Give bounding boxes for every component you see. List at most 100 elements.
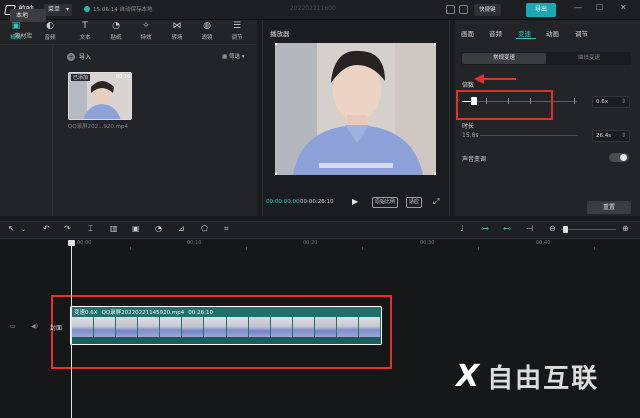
- playhead[interactable]: [71, 240, 72, 418]
- undo-icon[interactable]: ↶: [43, 224, 50, 233]
- ruler-label: 00:20: [303, 240, 318, 246]
- close-icon[interactable]: ✕: [620, 3, 627, 12]
- shortcut-button[interactable]: 快捷键: [474, 4, 501, 16]
- play-icon[interactable]: ▶: [352, 197, 358, 206]
- filter-label: 筛选: [228, 54, 240, 60]
- crop-handle[interactable]: [434, 173, 436, 175]
- sidebar-item-library[interactable]: › 素材库: [10, 31, 32, 40]
- export-button[interactable]: 导出: [526, 3, 556, 17]
- crop-icon[interactable]: ⌗: [224, 224, 229, 234]
- tab-picture[interactable]: 画面: [461, 28, 474, 38]
- sticker-icon: ◔: [112, 21, 120, 31]
- delete-icon[interactable]: ▥: [110, 224, 118, 233]
- mirror-icon[interactable]: ⊿: [178, 224, 185, 233]
- duration-label: 时长: [462, 123, 475, 130]
- clip-frame: [116, 317, 139, 337]
- cursor-icon[interactable]: ↖: [8, 224, 15, 233]
- freeze-icon[interactable]: ▣: [132, 224, 140, 233]
- normal-speed-option[interactable]: 常规变速: [462, 53, 546, 64]
- layout-icon[interactable]: [446, 5, 455, 14]
- rotate-icon[interactable]: ⬠: [201, 224, 208, 233]
- text-icon: T: [82, 21, 88, 31]
- crop-handle[interactable]: [275, 173, 277, 175]
- link-icon[interactable]: ⊶: [481, 224, 489, 233]
- tab-animation[interactable]: 动画: [546, 28, 559, 38]
- tool-label: 滤镜: [201, 35, 213, 41]
- curve-speed-option[interactable]: 曲线变速: [548, 53, 630, 64]
- player-title: 播放器: [270, 30, 290, 38]
- tool-adjust[interactable]: ☰ 调节: [226, 21, 248, 42]
- crop-handle[interactable]: [275, 43, 277, 45]
- original-ratio-button[interactable]: 原始比例: [372, 197, 399, 208]
- tool-label: 特效: [140, 35, 152, 41]
- chevron-down-icon[interactable]: ⌄: [21, 226, 26, 233]
- tool-audio[interactable]: ◐ 音频: [39, 22, 61, 42]
- tool-label: 调节: [231, 35, 243, 41]
- filter-button[interactable]: ▦ 筛选 ▾: [222, 52, 244, 60]
- pitch-toggle[interactable]: [609, 153, 629, 162]
- speed-value-input[interactable]: 0.6x: [592, 96, 630, 108]
- fullscreen-icon[interactable]: ⤢: [433, 197, 439, 207]
- ruler-label: 00:40: [536, 240, 551, 246]
- duration-track: [480, 135, 578, 136]
- tab-adjust[interactable]: 调节: [575, 28, 588, 38]
- track-lock-icon[interactable]: ▭: [10, 323, 16, 330]
- clip-name: QQ录屏20220221145920.mp4: [101, 310, 185, 316]
- crop-handle[interactable]: [434, 43, 436, 45]
- snap-icon[interactable]: ⊷: [503, 224, 511, 233]
- added-badge: 已添加: [71, 74, 91, 81]
- clip-thumbnails: [72, 317, 382, 337]
- zoom-in-icon[interactable]: ⊕: [622, 224, 629, 233]
- ruler-tick: [246, 247, 247, 250]
- tool-transition[interactable]: ⋈ 转场: [166, 22, 188, 42]
- zoom-slider-handle[interactable]: [563, 226, 568, 233]
- clip-speed: 变速0.6X: [74, 310, 98, 316]
- reverse-icon[interactable]: ◔: [155, 224, 162, 233]
- tool-sticker[interactable]: ◔ 贴纸: [105, 21, 127, 42]
- clip-frame: [138, 317, 161, 337]
- current-time: 00:00:00:00: [266, 199, 300, 205]
- fit-button[interactable]: 适应: [406, 197, 423, 208]
- grid-icon: ▦: [222, 54, 229, 60]
- sidebar-item-local[interactable]: 本地: [10, 9, 46, 22]
- minimize-icon[interactable]: —: [574, 3, 582, 12]
- watermark-text: 自由互联: [487, 364, 600, 394]
- clip-frame: [270, 317, 293, 337]
- redo-icon[interactable]: ↷: [64, 224, 71, 233]
- tool-filter[interactable]: ◍ 滤镜: [196, 22, 218, 42]
- adjust-icon: ☰: [232, 21, 242, 31]
- clip-frame: [182, 317, 205, 337]
- preview-axis-icon[interactable]: ⊣: [526, 224, 533, 233]
- tab-audio[interactable]: 音频: [489, 28, 502, 38]
- cover-button[interactable]: 封面: [50, 323, 62, 332]
- duration-value-input[interactable]: 26.4s: [592, 130, 630, 142]
- split-icon[interactable]: ⌶: [88, 224, 93, 234]
- clip-audio-wave: [72, 337, 381, 344]
- track-mute-icon[interactable]: ◀): [31, 323, 38, 330]
- video-preview[interactable]: [275, 43, 436, 175]
- media-toolbar: ▣ 媒体 ◐ 音频 T 文本 ◔ 贴纸 ✧ 特效 ⋈ 转场 ◍ 滤镜 ☰ 调节: [0, 20, 257, 45]
- clip-frame: [248, 317, 271, 337]
- watermark-logo: X: [456, 359, 482, 394]
- media-icon: ▣: [11, 21, 21, 31]
- clip-frame: [292, 317, 315, 337]
- video-frame: [275, 43, 436, 175]
- microphone-icon[interactable]: ♩: [460, 224, 464, 233]
- maximize-icon[interactable]: ☐: [596, 3, 603, 12]
- playhead-handle[interactable]: [68, 240, 75, 246]
- media-filename: QQ录屏202...920.mp4: [68, 124, 128, 130]
- tool-effects[interactable]: ✧ 特效: [135, 22, 157, 42]
- tool-text[interactable]: T 文本: [74, 21, 96, 42]
- ruler-tick: [594, 247, 595, 250]
- reset-button[interactable]: 重置: [587, 201, 631, 214]
- menu-button[interactable]: 菜单: [44, 4, 72, 16]
- clip-frame: [359, 317, 382, 337]
- zoom-slider[interactable]: [561, 229, 616, 230]
- tab-speed[interactable]: 变速: [518, 28, 531, 38]
- layout-grid-icon[interactable]: [459, 5, 468, 14]
- autosave-text: 15:06:14 自动保存本地: [93, 7, 153, 13]
- import-button[interactable]: + 导入: [67, 52, 91, 61]
- plus-icon: +: [67, 52, 75, 61]
- zoom-out-icon[interactable]: ⊖: [549, 224, 556, 233]
- clip-frame: [160, 317, 183, 337]
